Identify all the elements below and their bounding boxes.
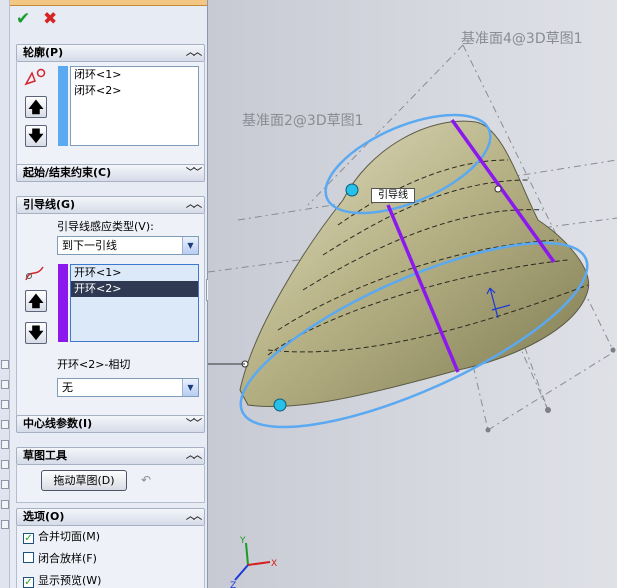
- tangency-label: 开环<2>-相切: [57, 358, 131, 371]
- feature-icon[interactable]: [1, 400, 9, 409]
- profiles-color-bar: [58, 66, 68, 146]
- plane-corner-point: [485, 427, 491, 433]
- collapse-chevron-icon: ︿︿: [185, 451, 202, 461]
- show-preview-checkbox[interactable]: ✓ 显示预览(W): [23, 573, 101, 588]
- profiles-section-header[interactable]: 轮廓(P) ︿︿: [16, 44, 205, 62]
- connector-handle[interactable]: [345, 183, 359, 197]
- feature-icon[interactable]: [1, 500, 9, 509]
- centerline-section-title: 中心线参数(I): [23, 417, 93, 430]
- close-loft-checkbox[interactable]: 闭合放样(F): [23, 551, 97, 567]
- dropdown-arrow-icon: ▼: [182, 379, 198, 396]
- drag-sketch-button[interactable]: 拖动草图(D): [41, 470, 127, 491]
- move-down-button[interactable]: 🡇: [25, 125, 47, 147]
- checkbox-label: 合并切面(M): [38, 530, 101, 543]
- start-end-section-header[interactable]: 起始/结束约束(C) ﹀﹀: [16, 164, 205, 182]
- collapse-chevron-icon: ︿︿: [185, 48, 202, 58]
- move-up-button[interactable]: 🡅: [25, 290, 47, 312]
- centerline-section: 中心线参数(I) ﹀﹀: [16, 415, 205, 433]
- sketch-tools-section-title: 草图工具: [23, 449, 67, 462]
- expand-chevron-icon: ﹀﹀: [185, 168, 202, 178]
- checkbox-label: 显示预览(W): [38, 574, 102, 587]
- list-item[interactable]: 闭环<2>: [71, 83, 198, 99]
- guide-curve-icon: [25, 266, 44, 281]
- guide-callout[interactable]: 引导线: [371, 188, 415, 203]
- guides-section-header[interactable]: 引导线(G) ︿︿: [16, 196, 205, 214]
- tangency-value: 无: [62, 381, 73, 394]
- list-item[interactable]: 闭环<1>: [71, 67, 198, 83]
- plane-label: 基准面4@3D草图1: [461, 31, 583, 47]
- collapse-chevron-icon: ︿︿: [185, 512, 202, 522]
- options-section-body: ✓ 合并切面(M) 闭合放样(F) ✓ 显示预览(W): [16, 526, 205, 588]
- guide-influence-select[interactable]: 到下一引线 ▼: [57, 236, 199, 255]
- left-toolbar-strip: [0, 0, 10, 588]
- guide-influence-value: 到下一引线: [62, 239, 117, 252]
- svg-text:Z: Z: [230, 581, 236, 588]
- arrow-down-icon: 🡇: [28, 324, 44, 342]
- plane-corner-point: [610, 347, 616, 353]
- profile-selection-icon: [24, 68, 46, 86]
- profiles-section-body: 闭环<1> 闭环<2> 🡅 🡇: [16, 62, 205, 172]
- plane-label: 基准面2@3D草图1: [242, 113, 364, 129]
- vertex-point[interactable]: [494, 185, 502, 193]
- graphics-viewport[interactable]: Y X Z 基准面4@3D草图1 基准面2@3D草图1 引导线: [208, 0, 617, 588]
- checkbox-checked-icon: ✓: [23, 577, 34, 588]
- collapse-chevron-icon: ︿︿: [185, 200, 202, 210]
- dropdown-arrow-icon: ▼: [182, 237, 198, 254]
- profiles-listbox[interactable]: 闭环<1> 闭环<2>: [70, 66, 199, 146]
- feature-icon[interactable]: [1, 480, 9, 489]
- sketch-tools-section-header[interactable]: 草图工具 ︿︿: [16, 447, 205, 465]
- guides-section-body: 引导线感应类型(V): 到下一引线 ▼ 开环<1> 开环<2> 🡅 🡇 开环<2…: [16, 214, 205, 422]
- property-manager-panel: ✔ ✖ 轮廓(P) ︿︿ 闭环<1> 闭环<2> 🡅 🡇 起始/结束约束(C) …: [0, 0, 208, 588]
- feature-icon[interactable]: [1, 380, 9, 389]
- guides-section-title: 引导线(G): [23, 198, 76, 211]
- checkbox-unchecked-icon: [23, 552, 34, 563]
- feature-icon[interactable]: [1, 420, 9, 429]
- expand-chevron-icon: ﹀﹀: [185, 419, 202, 429]
- start-end-section-title: 起始/结束约束(C): [23, 166, 112, 179]
- svg-text:X: X: [271, 559, 277, 569]
- panel-titlebar: [10, 0, 207, 6]
- centerline-section-header[interactable]: 中心线参数(I) ﹀﹀: [16, 415, 205, 433]
- guides-color-bar: [58, 264, 68, 342]
- options-section-title: 选项(O): [23, 510, 65, 523]
- feature-icon[interactable]: [1, 440, 9, 449]
- checkbox-checked-icon: ✓: [23, 533, 34, 544]
- arrow-up-icon: 🡅: [28, 292, 44, 310]
- checkbox-label: 闭合放样(F): [38, 552, 97, 565]
- guides-listbox[interactable]: 开环<1> 开环<2>: [70, 264, 199, 342]
- ok-button[interactable]: ✔: [16, 10, 30, 28]
- arrow-up-icon: 🡅: [28, 98, 44, 116]
- sketch-tools-section-body: 拖动草图(D) ↶: [16, 465, 205, 503]
- move-up-button[interactable]: 🡅: [25, 96, 47, 118]
- svg-text:Y: Y: [239, 536, 246, 546]
- cancel-button[interactable]: ✖: [43, 10, 57, 28]
- start-end-section: 起始/结束约束(C) ﹀﹀: [16, 164, 205, 182]
- tangency-select[interactable]: 无 ▼: [57, 378, 199, 397]
- guide-influence-label: 引导线感应类型(V):: [57, 220, 154, 233]
- merge-tangent-faces-checkbox[interactable]: ✓ 合并切面(M): [23, 529, 100, 545]
- feature-icon[interactable]: [1, 520, 9, 529]
- options-section-header[interactable]: 选项(O) ︿︿: [16, 508, 205, 526]
- options-section: 选项(O) ︿︿ ✓ 合并切面(M) 闭合放样(F) ✓ 显示预览(W): [16, 508, 205, 588]
- list-item-selected[interactable]: 开环<2>: [71, 281, 198, 297]
- guides-section: 引导线(G) ︿︿ 引导线感应类型(V): 到下一引线 ▼ 开环<1> 开环<2…: [16, 196, 205, 422]
- model-view[interactable]: Y X Z: [208, 0, 617, 588]
- arrow-down-icon: 🡇: [28, 127, 44, 145]
- view-triad-icon[interactable]: Y X Z: [230, 536, 277, 588]
- plane-corner-point: [545, 407, 551, 413]
- feature-icon[interactable]: [1, 460, 9, 469]
- profiles-section: 轮廓(P) ︿︿ 闭环<1> 闭环<2> 🡅 🡇: [16, 44, 205, 172]
- connector-handle[interactable]: [273, 398, 287, 412]
- list-item[interactable]: 开环<1>: [71, 265, 198, 281]
- feature-icon[interactable]: [1, 360, 9, 369]
- sketch-tools-section: 草图工具 ︿︿ 拖动草图(D) ↶: [16, 447, 205, 503]
- move-down-button[interactable]: 🡇: [25, 322, 47, 344]
- undo-icon[interactable]: ↶: [141, 473, 151, 487]
- profiles-section-title: 轮廓(P): [23, 46, 64, 59]
